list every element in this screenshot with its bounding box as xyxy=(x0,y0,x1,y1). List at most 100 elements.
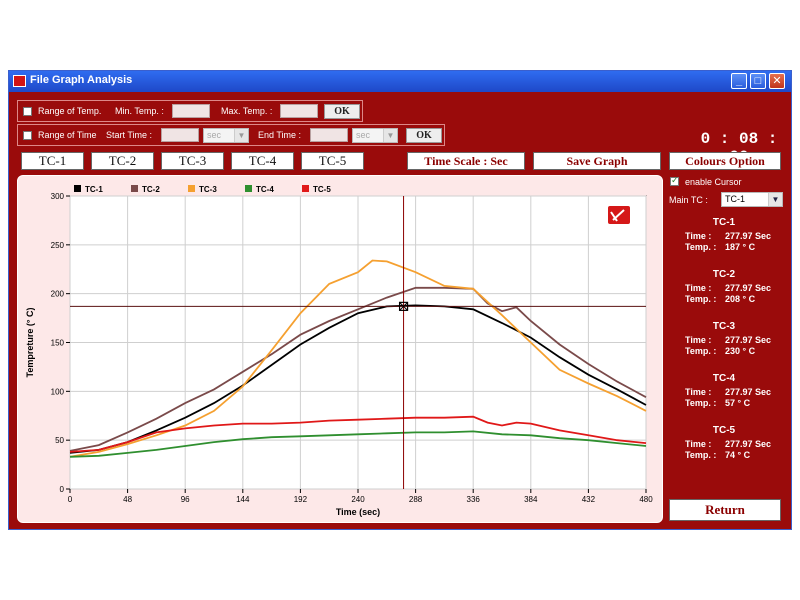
minimize-button[interactable]: _ xyxy=(731,73,747,89)
readout-time-value: 277.97 Sec xyxy=(725,439,772,449)
temp-range-checkbox[interactable] xyxy=(23,107,32,116)
x-tick-label: 432 xyxy=(582,495,596,504)
legend-swatch-tc-3 xyxy=(188,185,195,192)
file-graph-window: File Graph Analysis _ □ ✕ Range of Temp.… xyxy=(8,70,792,530)
readout-title: TC-5 xyxy=(712,425,736,436)
legend-label-tc-4: TC-4 xyxy=(256,185,274,194)
title-bar[interactable]: File Graph Analysis _ □ ✕ xyxy=(9,71,791,92)
enable-cursor-checkbox[interactable]: ✓ xyxy=(670,175,679,186)
main-tc-value: TC-1 xyxy=(725,194,745,204)
legend-label-tc-1: TC-1 xyxy=(85,185,103,194)
readout-title: TC-1 xyxy=(712,217,736,228)
main-tc-select[interactable]: TC-1 ▼ xyxy=(721,192,783,207)
x-tick-label: 288 xyxy=(409,495,423,504)
readout-temp-value: 187 ° C xyxy=(725,242,756,252)
readout-temp-value: 57 ° C xyxy=(725,398,751,408)
x-tick-label: 48 xyxy=(123,495,132,504)
cursor-side-panel: ✓ enable Cursor Main TC : TC-1 ▼ TC-1 Time… xyxy=(669,175,785,523)
readout-time-value: 277.97 Sec xyxy=(725,387,772,397)
readout-temp-value: 208 ° C xyxy=(725,294,756,304)
readout-time-label: Time : xyxy=(685,335,712,345)
legend-label-tc-5: TC-5 xyxy=(313,185,331,194)
readout-title: TC-4 xyxy=(712,373,736,384)
start-unit-value: sec xyxy=(207,130,222,140)
x-tick-label: 336 xyxy=(467,495,481,504)
readout-time-label: Time : xyxy=(685,231,712,241)
temp-range-group: Range of Temp. Min. Temp. : Max. Temp. :… xyxy=(17,100,363,122)
readout-temp-value: 74 ° C xyxy=(725,450,751,460)
return-button[interactable]: Return xyxy=(669,499,781,521)
readout-temp-label: Temp. : xyxy=(685,346,717,356)
colours-option-button[interactable]: Colours Option xyxy=(669,152,781,170)
legend-label-tc-3: TC-3 xyxy=(199,185,217,194)
readout-time-label: Time : xyxy=(685,283,712,293)
y-tick-label: 0 xyxy=(60,485,65,494)
x-tick-label: 144 xyxy=(236,495,250,504)
max-temp-input[interactable] xyxy=(280,104,318,118)
min-temp-input[interactable] xyxy=(172,104,210,118)
readout-temp-value: 230 ° C xyxy=(725,346,756,356)
start-time-label: Start Time : xyxy=(106,130,153,140)
y-tick-label: 100 xyxy=(51,387,65,396)
readout-time-value: 277.97 Sec xyxy=(725,231,772,241)
x-tick-label: 0 xyxy=(68,495,73,504)
app-logo-icon xyxy=(13,75,26,87)
tc-3-button[interactable]: TC-3 xyxy=(161,152,224,170)
tc-2-button[interactable]: TC-2 xyxy=(91,152,154,170)
readout-time-value: 277.97 Sec xyxy=(725,335,772,345)
legend-swatch-tc-2 xyxy=(131,185,138,192)
graph-panel[interactable]: 0 48 96 144 192 240 288 336 384 432 480 0 50 100 150 20… xyxy=(17,175,663,523)
y-tick-label: 300 xyxy=(51,192,65,201)
start-time-unit-select[interactable]: sec ▼ xyxy=(203,128,249,143)
enable-cursor-label: enable Cursor xyxy=(685,177,742,187)
x-axis-label: Time (sec) xyxy=(336,507,380,517)
chevron-down-icon: ▼ xyxy=(768,193,782,206)
end-time-label: End Time : xyxy=(258,130,302,140)
temp-range-label: Range of Temp. xyxy=(38,106,102,116)
x-tick-label: 384 xyxy=(524,495,538,504)
temp-ok-button[interactable]: OK xyxy=(324,104,360,119)
readout-title: TC-3 xyxy=(712,321,736,332)
x-tick-label: 480 xyxy=(639,495,653,504)
y-tick-label: 200 xyxy=(51,290,65,299)
legend-label-tc-2: TC-2 xyxy=(142,185,160,194)
readout-temp-label: Temp. : xyxy=(685,242,717,252)
main-tc-label: Main TC : xyxy=(669,195,708,205)
y-tick-label: 150 xyxy=(51,339,65,348)
chevron-down-icon: ▼ xyxy=(383,129,397,142)
time-range-checkbox[interactable] xyxy=(23,131,32,140)
temperature-chart[interactable]: 0 48 96 144 192 240 288 336 384 432 480 0 50 100 150 20… xyxy=(18,176,664,524)
save-graph-button[interactable]: Save Graph xyxy=(533,152,661,170)
x-tick-label: 240 xyxy=(351,495,365,504)
time-ok-button[interactable]: OK xyxy=(406,128,442,143)
tc-4-button[interactable]: TC-4 xyxy=(231,152,294,170)
start-time-input[interactable] xyxy=(161,128,199,142)
window-title: File Graph Analysis xyxy=(30,74,133,86)
time-range-label: Range of Time xyxy=(38,130,97,140)
maximize-button[interactable]: □ xyxy=(750,73,766,89)
end-time-input[interactable] xyxy=(310,128,348,142)
y-axis-label: Tempreture (° C) xyxy=(25,308,35,378)
end-time-unit-select[interactable]: sec ▼ xyxy=(352,128,398,143)
x-tick-label: 96 xyxy=(181,495,190,504)
readout-temp-label: Temp. : xyxy=(685,450,717,460)
y-tick-label: 250 xyxy=(51,241,65,250)
readout-temp-label: Temp. : xyxy=(685,294,717,304)
tc-5-button[interactable]: TC-5 xyxy=(301,152,364,170)
close-button[interactable]: ✕ xyxy=(769,73,785,89)
end-unit-value: sec xyxy=(356,130,371,140)
legend-swatch-tc-1 xyxy=(74,185,81,192)
legend-swatch-tc-4 xyxy=(245,185,252,192)
readout-temp-label: Temp. : xyxy=(685,398,717,408)
legend-swatch-tc-5 xyxy=(302,185,309,192)
min-temp-label: Min. Temp. : xyxy=(115,106,164,116)
readout-time-value: 277.97 Sec xyxy=(725,283,772,293)
readout-time-label: Time : xyxy=(685,439,712,449)
readout-time-label: Time : xyxy=(685,387,712,397)
max-temp-label: Max. Temp. : xyxy=(221,106,273,116)
y-tick-label: 50 xyxy=(55,436,64,445)
time-scale-button[interactable]: Time Scale : Sec xyxy=(407,152,525,170)
tc-1-button[interactable]: TC-1 xyxy=(21,152,84,170)
readout-title: TC-2 xyxy=(712,269,736,280)
chevron-down-icon: ▼ xyxy=(234,129,248,142)
